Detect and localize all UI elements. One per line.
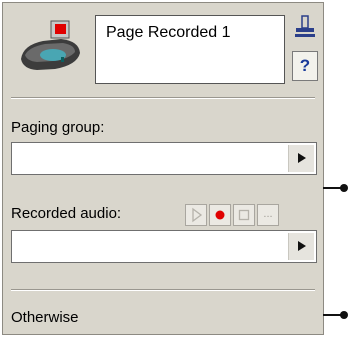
stop-icon [238, 209, 250, 221]
otherwise-label: Otherwise [11, 309, 79, 326]
play-icon [192, 207, 203, 223]
play-button[interactable] [185, 204, 207, 226]
paging-device-icon [21, 20, 80, 70]
help-button[interactable]: ? [292, 51, 318, 81]
node-header: Page Recorded 1 ? [3, 3, 323, 93]
connector-dot-icon [340, 311, 348, 319]
output-connector-recorded-audio[interactable] [323, 184, 349, 192]
browse-button[interactable]: ... [257, 204, 279, 226]
browse-icon: ... [263, 208, 273, 220]
connector-dot-icon [340, 184, 348, 192]
divider [11, 97, 315, 99]
stop-button[interactable] [233, 204, 255, 226]
recorded-audio-select[interactable] [11, 230, 317, 263]
recorded-audio-label: Recorded audio: [11, 205, 122, 222]
record-button[interactable] [209, 204, 231, 226]
pin-icon[interactable] [293, 15, 317, 39]
output-connector-otherwise[interactable] [323, 311, 349, 319]
divider [11, 289, 315, 291]
chevron-right-icon[interactable] [288, 233, 314, 260]
paging-group-label: Paging group: [11, 119, 105, 136]
record-icon [215, 210, 225, 220]
page-recorded-node[interactable]: Page Recorded 1 ? Paging group: Recorded… [2, 2, 324, 335]
chevron-right-icon[interactable] [288, 145, 314, 172]
node-title-box[interactable]: Page Recorded 1 [95, 15, 285, 84]
paging-group-select[interactable] [11, 142, 317, 175]
help-label: ? [299, 56, 311, 75]
node-title: Page Recorded 1 [106, 24, 231, 41]
